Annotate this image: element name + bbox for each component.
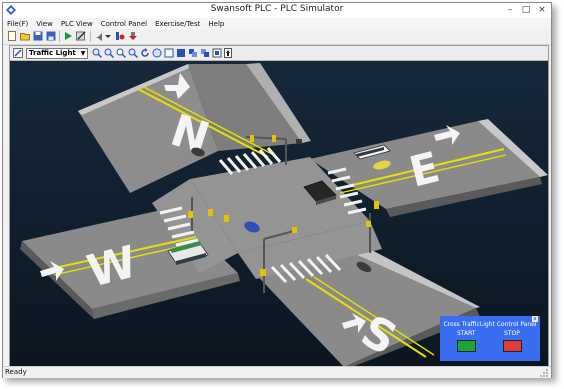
main-toolbar: [3, 29, 551, 45]
rotate-icon[interactable]: [140, 48, 150, 58]
zoom-out-icon[interactable]: [104, 48, 114, 58]
zoom-fit-icon[interactable]: [116, 48, 126, 58]
edit-icon[interactable]: [76, 31, 86, 41]
scene-select[interactable]: Traffic Light ▼: [26, 48, 88, 59]
menu-view[interactable]: View: [32, 18, 57, 29]
new-file-icon[interactable]: [7, 31, 17, 41]
scene-select-value: Traffic Light: [29, 49, 76, 57]
view-front-icon[interactable]: [188, 48, 198, 58]
menu-control-panel[interactable]: Control Panel: [97, 18, 151, 29]
view-side-icon[interactable]: [200, 48, 210, 58]
start-button[interactable]: [457, 340, 476, 352]
control-panel-title: Cross TrafficLight Control Panel: [443, 321, 537, 328]
window-title: Swansoft PLC - PLC Simulator: [210, 4, 344, 14]
view-top-icon[interactable]: [176, 48, 186, 58]
minimize-button[interactable]: –: [503, 4, 517, 16]
status-text: Ready: [5, 368, 27, 376]
menu-help[interactable]: Help: [204, 18, 228, 29]
zoom-in-icon[interactable]: [92, 48, 102, 58]
stop-label: STOP: [504, 330, 520, 337]
run-icon[interactable]: [63, 31, 73, 41]
scene-edit-icon[interactable]: [13, 48, 23, 58]
traffic-light-control-panel: x Cross TrafficLight Control Panel START…: [440, 316, 540, 361]
status-bar: Ready: [3, 366, 551, 378]
menu-bar: File(F) View PLC View Control Panel Exer…: [3, 18, 551, 29]
broadcast-icon[interactable]: [94, 31, 104, 41]
menu-plc-view[interactable]: PLC View: [57, 18, 97, 29]
save-icon[interactable]: [33, 31, 43, 41]
maximize-button[interactable]: □: [519, 4, 533, 16]
resize-grip-icon[interactable]: [540, 369, 548, 377]
close-button[interactable]: ×: [535, 4, 549, 16]
open-folder-icon[interactable]: [20, 31, 30, 41]
scene-toolbar: Traffic Light ▼: [10, 46, 548, 61]
menu-exercise-test[interactable]: Exercise/Test: [151, 18, 204, 29]
chevron-down-icon[interactable]: ▼: [79, 49, 87, 58]
start-label: START: [457, 330, 476, 337]
view-frame-icon[interactable]: [164, 48, 174, 58]
title-bar: Swansoft PLC - PLC Simulator – □ ×: [3, 3, 551, 18]
save-as-icon[interactable]: [46, 31, 56, 41]
view-iso-icon[interactable]: [212, 48, 222, 58]
download-icon[interactable]: [128, 31, 138, 41]
zoom-window-icon[interactable]: [128, 48, 138, 58]
stop-recording-icon[interactable]: [115, 31, 125, 41]
expand-icon[interactable]: [224, 48, 232, 58]
menu-file[interactable]: File(F): [3, 18, 32, 29]
pan-icon[interactable]: [152, 48, 162, 58]
stop-button[interactable]: [503, 340, 522, 352]
dropdown-arrow-icon[interactable]: [105, 31, 111, 41]
